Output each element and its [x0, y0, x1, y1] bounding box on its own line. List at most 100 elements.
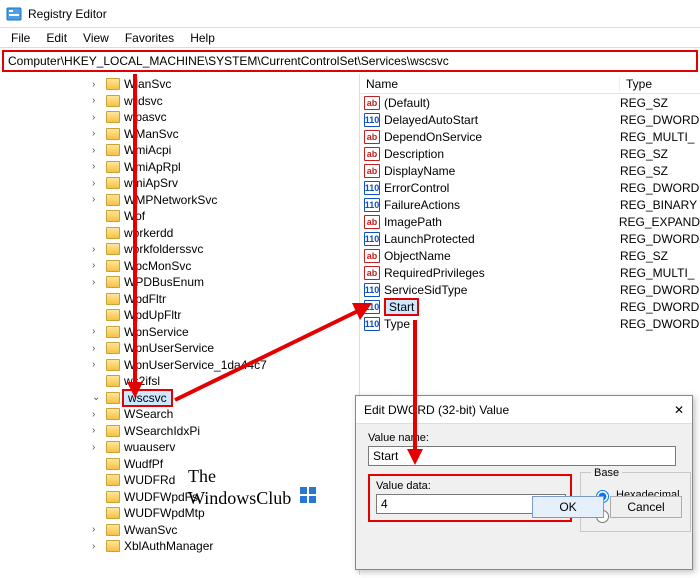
value-row[interactable]: abDependOnServiceREG_MULTI_ [360, 128, 700, 145]
binary-value-icon: 110 [364, 198, 380, 212]
menu-help[interactable]: Help [183, 30, 222, 46]
chevron-icon[interactable] [92, 359, 104, 370]
tree-item[interactable]: wmiApSrv [0, 175, 359, 192]
value-row[interactable]: abObjectNameREG_SZ [360, 247, 700, 264]
chevron-icon[interactable] [92, 128, 104, 139]
chevron-icon[interactable] [92, 442, 104, 453]
chevron-icon[interactable] [92, 244, 104, 255]
tree-item[interactable]: WMPNetworkSvc [0, 192, 359, 209]
tree-item[interactable]: WpdUpFltr [0, 307, 359, 324]
folder-icon [106, 441, 120, 453]
value-row[interactable]: abRequiredPrivilegesREG_MULTI_ [360, 264, 700, 281]
tree-item[interactable]: ws2ifsl [0, 373, 359, 390]
column-header-type[interactable]: Type [620, 77, 700, 91]
chevron-icon[interactable] [92, 79, 104, 90]
menu-file[interactable]: File [4, 30, 37, 46]
value-row[interactable]: 110ErrorControlREG_DWORD [360, 179, 700, 196]
value-row[interactable]: 110TypeREG_DWORD [360, 315, 700, 332]
value-row[interactable]: 110FailureActionsREG_BINARY [360, 196, 700, 213]
folder-icon [106, 540, 120, 552]
tree-item[interactable]: XblAuthManager [0, 538, 359, 555]
tree-item[interactable]: WManSvc [0, 126, 359, 143]
chevron-icon[interactable] [92, 541, 104, 552]
value-type: REG_SZ [620, 164, 668, 178]
titlebar: Registry Editor [0, 0, 700, 28]
chevron-icon[interactable] [92, 425, 104, 436]
tree-item[interactable]: WwanSvc [0, 522, 359, 539]
tree-item-label: WpdUpFltr [122, 308, 183, 322]
chevron-icon[interactable] [92, 112, 104, 123]
menu-favorites[interactable]: Favorites [118, 30, 181, 46]
value-row[interactable]: abDescriptionREG_SZ [360, 145, 700, 162]
chevron-icon[interactable] [92, 409, 104, 420]
tree-item-label: WMPNetworkSvc [122, 193, 219, 207]
chevron-icon[interactable] [92, 392, 104, 403]
chevron-icon[interactable] [92, 95, 104, 106]
cancel-button[interactable]: Cancel [610, 496, 682, 518]
value-list[interactable]: ab(Default)REG_SZ110DelayedAutoStartREG_… [360, 94, 700, 332]
tree-item[interactable]: workerdd [0, 225, 359, 242]
tree-item[interactable]: WSearchIdxPi [0, 423, 359, 440]
value-row[interactable]: abImagePathREG_EXPAND [360, 213, 700, 230]
value-row[interactable]: 110StartREG_DWORD [360, 298, 700, 315]
value-row[interactable]: 110DelayedAutoStartREG_DWORD [360, 111, 700, 128]
folder-icon [106, 359, 120, 371]
tree-item-label: wlpasvc [122, 110, 169, 124]
tree-item[interactable]: wuauserv [0, 439, 359, 456]
tree-item[interactable]: WpnUserService_1da44c7 [0, 357, 359, 374]
folder-icon [106, 507, 120, 519]
value-row[interactable]: ab(Default)REG_SZ [360, 94, 700, 111]
folder-icon [106, 392, 120, 404]
string-value-icon: ab [364, 147, 380, 161]
watermark-line1: The [188, 466, 216, 486]
tree-item[interactable]: WpnService [0, 324, 359, 341]
tree-item-label: WwanSvc [122, 523, 179, 537]
folder-icon [106, 425, 120, 437]
tree-item[interactable]: Wof [0, 208, 359, 225]
value-row[interactable]: 110LaunchProtectedREG_DWORD [360, 230, 700, 247]
tree-item[interactable]: wlidsvc [0, 93, 359, 110]
chevron-icon[interactable] [92, 343, 104, 354]
tree-item[interactable]: workfolderssvc [0, 241, 359, 258]
tree-item-label: wuauserv [122, 440, 177, 454]
binary-value-icon: 110 [364, 113, 380, 127]
edit-value-dialog: Edit DWORD (32-bit) Value ✕ Value name: … [355, 395, 693, 570]
column-header-name[interactable]: Name [360, 77, 620, 91]
tree-item[interactable]: WmiApRpl [0, 159, 359, 176]
value-type: REG_DWORD [620, 283, 699, 297]
tree-item[interactable]: WmiAcpi [0, 142, 359, 159]
chevron-icon[interactable] [92, 161, 104, 172]
menu-edit[interactable]: Edit [39, 30, 74, 46]
tree-item-label: wmiApSrv [122, 176, 180, 190]
folder-icon [106, 276, 120, 288]
list-header: Name Type [360, 74, 700, 94]
chevron-icon[interactable] [92, 145, 104, 156]
value-row[interactable]: abDisplayNameREG_SZ [360, 162, 700, 179]
tree-item[interactable]: WpcMonSvc [0, 258, 359, 275]
chevron-icon[interactable] [92, 260, 104, 271]
chevron-icon[interactable] [92, 524, 104, 535]
window-title: Registry Editor [28, 7, 107, 21]
chevron-icon[interactable] [92, 194, 104, 205]
chevron-icon[interactable] [92, 326, 104, 337]
binary-value-icon: 110 [364, 300, 380, 314]
menu-view[interactable]: View [76, 30, 116, 46]
string-value-icon: ab [364, 215, 380, 229]
ok-button[interactable]: OK [532, 496, 604, 518]
tree-item-label: WPDBusEnum [122, 275, 206, 289]
tree-item[interactable]: WpdFltr [0, 291, 359, 308]
value-row[interactable]: 110ServiceSidTypeREG_DWORD [360, 281, 700, 298]
tree-item[interactable]: WlanSvc [0, 76, 359, 93]
tree-item[interactable]: WpnUserService [0, 340, 359, 357]
tree-item[interactable]: wlpasvc [0, 109, 359, 126]
tree-item[interactable]: wscsvc [0, 390, 359, 407]
folder-icon [106, 111, 120, 123]
chevron-icon[interactable] [92, 178, 104, 189]
tree-item-label: WlanSvc [122, 77, 173, 91]
value-name-input[interactable] [368, 446, 676, 466]
tree-item[interactable]: WPDBusEnum [0, 274, 359, 291]
tree-item[interactable]: WSearch [0, 406, 359, 423]
dialog-close-button[interactable]: ✕ [674, 403, 684, 417]
address-input[interactable] [4, 52, 696, 70]
chevron-icon[interactable] [92, 277, 104, 288]
